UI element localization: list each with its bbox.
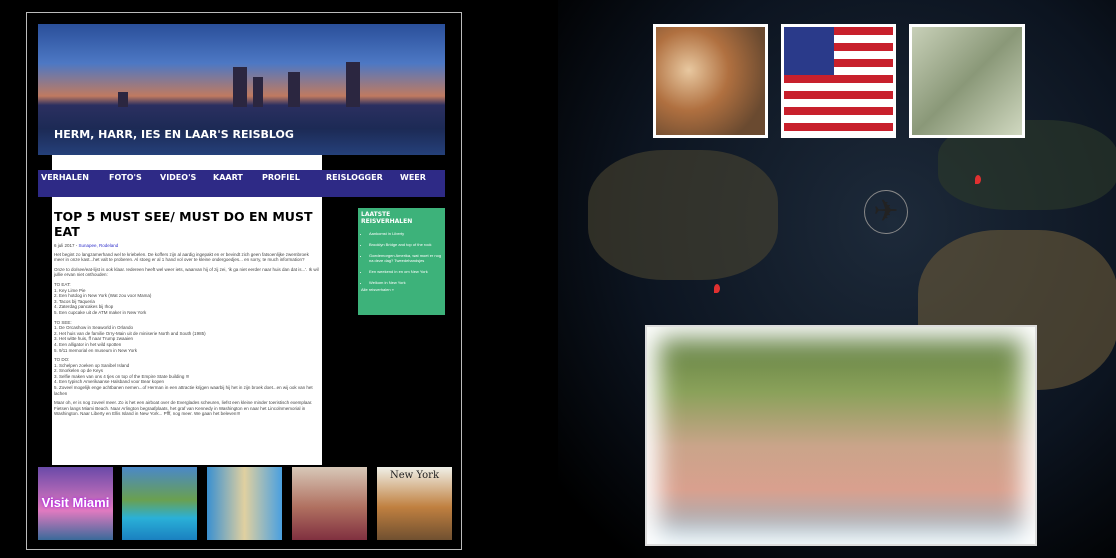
nav-verhalen[interactable]: VERHALEN bbox=[41, 170, 109, 197]
sidebar-link[interactable]: Een weekend in en om New York bbox=[369, 269, 442, 274]
photo-seashells bbox=[653, 24, 768, 138]
nav-weer[interactable]: WEER bbox=[400, 170, 426, 197]
airplane-icon: ✈ bbox=[864, 190, 908, 234]
post-location-link[interactable]: Sunapee, Rodeland bbox=[79, 243, 119, 248]
sidebar-link[interactable]: Brooklyn Bridge and top of the rock bbox=[369, 242, 442, 247]
post-title: TOP 5 MUST SEE/ MUST DO EN MUST EAT bbox=[54, 209, 313, 239]
post-date: 6 juli 2017 - bbox=[54, 243, 79, 248]
nav-fotos[interactable]: FOTO'S bbox=[109, 170, 160, 197]
list-item: 5. Een cupcake uit de ATM maker in New Y… bbox=[54, 309, 147, 315]
list-item: 5. 9/11 memorial en museum in New York bbox=[54, 347, 137, 353]
thumbnail-caption: Visit Miami bbox=[41, 495, 110, 510]
nav-videos[interactable]: VIDEO'S bbox=[160, 170, 213, 197]
photo-dollar-bill bbox=[909, 24, 1025, 138]
sidebar-link[interactable]: Welkom in New York bbox=[369, 280, 442, 285]
latest-stories-sidebar: LAATSTE REISVERHALEN Aankomst in Liberty… bbox=[358, 208, 445, 315]
thumbnail-miami: Visit Miami bbox=[38, 467, 113, 540]
post-intro2: Onze to do/see/eat-lijst is ook klaar. I… bbox=[54, 266, 319, 278]
eat-list: 1. Key Lime Pie 2. Een hotdog in New York… bbox=[54, 288, 320, 316]
do-list: 1. Schelpen zoeken op Sanibel Island 2. S… bbox=[54, 363, 320, 397]
sidebar-link[interactable]: Goedemorgen Amerika, wat moet er nog na … bbox=[369, 253, 442, 263]
nav-profiel[interactable]: PROFIEL bbox=[262, 170, 326, 197]
post-outro: Maar oh, er is nog zoveel meer. Zo is he… bbox=[54, 400, 313, 417]
photo-family-selfie bbox=[645, 325, 1037, 546]
thumbnail-resort-pool bbox=[122, 467, 197, 540]
map-pin-icon bbox=[714, 284, 720, 293]
nav-bar: VERHALEN FOTO'S VIDEO'S KAART PROFIEL RE… bbox=[38, 170, 445, 197]
nav-kaart[interactable]: KAART bbox=[213, 170, 262, 197]
list-item: 5. Zoveel mogelijk enge achtbanen nemen.… bbox=[54, 385, 313, 396]
thumbnail-hotel-room bbox=[292, 467, 367, 540]
post-intro: Het begint zo langzamerhand wel te krieb… bbox=[54, 251, 309, 263]
see-list: 1. De Orcashow in Seaworld in Orlando 2. … bbox=[54, 325, 320, 353]
content-top bbox=[52, 155, 322, 170]
sidebar-link[interactable]: Aankomst in Liberty bbox=[369, 231, 442, 236]
all-stories-link[interactable]: Alle reisverhalen » bbox=[361, 287, 442, 292]
thumbnail-new-york: New York bbox=[377, 467, 452, 540]
thumbnail-orlando bbox=[207, 467, 282, 540]
sidebar-title: LAATSTE REISVERHALEN bbox=[361, 211, 413, 225]
blog-title: HERM, HARR, IES EN LAAR'S REISBLOG bbox=[54, 128, 294, 141]
map-pin-icon bbox=[975, 175, 981, 184]
post-content: TOP 5 MUST SEE/ MUST DO EN MUST EAT 6 ju… bbox=[52, 197, 322, 465]
nav-reislogger[interactable]: REISLOGGER bbox=[326, 170, 400, 197]
photo-us-flag bbox=[781, 24, 896, 138]
thumbnail-caption: New York bbox=[390, 470, 439, 481]
